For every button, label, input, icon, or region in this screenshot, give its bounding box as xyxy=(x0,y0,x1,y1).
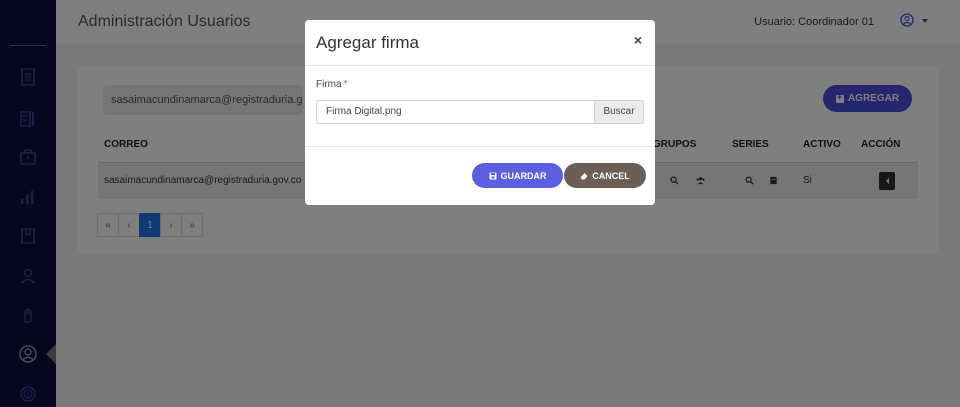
browse-button[interactable]: Buscar xyxy=(594,101,643,123)
cancel-button-label: CANCEL xyxy=(592,170,630,181)
signature-label-text: Firma xyxy=(316,79,342,90)
cancel-button[interactable]: CANCEL xyxy=(564,163,646,188)
save-button[interactable]: GUARDAR xyxy=(472,163,563,188)
eraser-icon xyxy=(580,172,588,179)
save-button-label: GUARDAR xyxy=(500,170,547,181)
signature-file-input[interactable]: Firma Digital.png Buscar xyxy=(316,100,644,124)
signature-label: Firma * xyxy=(316,79,347,90)
add-signature-modal: Agregar firma × Firma * Firma Digital.png… xyxy=(305,20,655,205)
file-name[interactable]: Firma Digital.png xyxy=(317,101,594,123)
modal-divider xyxy=(305,146,655,147)
modal-header: Agregar firma × xyxy=(305,20,655,66)
save-icon xyxy=(489,172,496,179)
close-button[interactable]: × xyxy=(634,32,642,48)
required-mark: * xyxy=(343,79,348,90)
modal-title: Agregar firma xyxy=(316,33,419,52)
